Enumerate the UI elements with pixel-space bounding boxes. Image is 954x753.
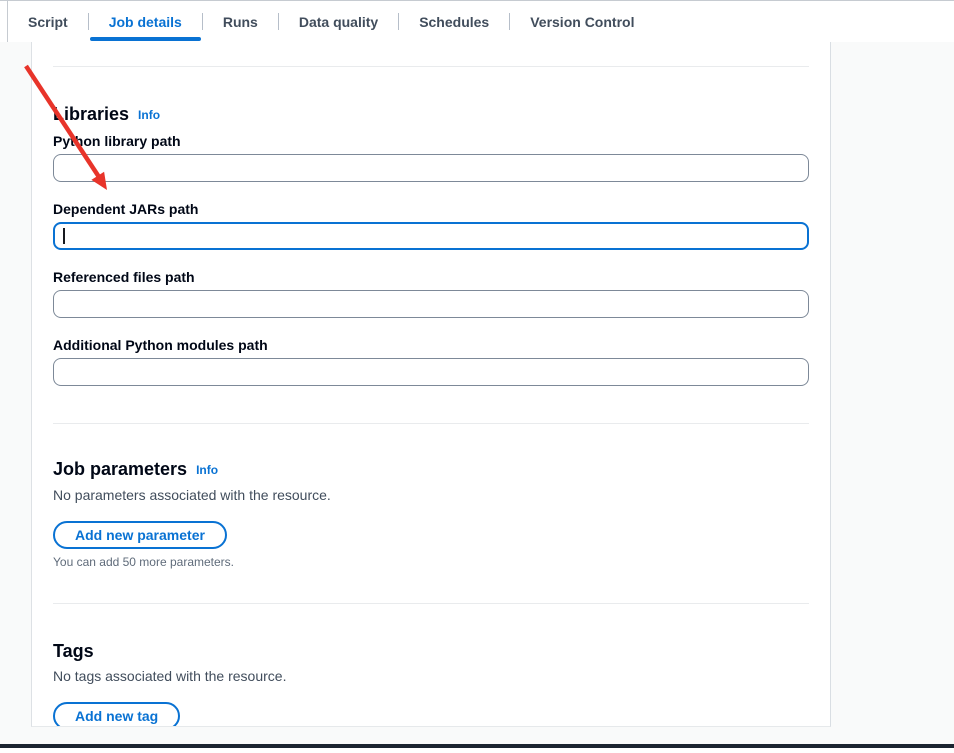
tags-heading-text: Tags: [53, 641, 94, 661]
libraries-heading: Libraries Info: [53, 104, 809, 126]
job-parameters-section: Job parameters Info No parameters associa…: [53, 459, 809, 570]
section-divider: [53, 66, 809, 67]
referenced-files-path-input[interactable]: [53, 290, 809, 318]
tags-heading: Tags: [53, 641, 809, 662]
job-parameters-info-link[interactable]: Info: [196, 463, 218, 477]
job-parameters-heading-text: Job parameters: [53, 459, 187, 479]
tab-runs[interactable]: Runs: [203, 1, 278, 43]
libraries-heading-text: Libraries: [53, 104, 129, 124]
content-background: Libraries Info Python library path Depend…: [0, 42, 954, 744]
python-library-path-inputwrap: [53, 154, 809, 182]
additional-python-modules-path-input[interactable]: [53, 358, 809, 386]
python-library-path-input[interactable]: [53, 154, 809, 182]
tab-version-control[interactable]: Version Control: [510, 1, 654, 43]
job-details-panel: Libraries Info Python library path Depend…: [31, 42, 831, 727]
additional-python-modules-path-inputwrap: [53, 358, 809, 386]
tab-script[interactable]: Script: [8, 1, 88, 43]
libraries-info-link[interactable]: Info: [138, 108, 160, 122]
tab-job-details[interactable]: Job details: [89, 1, 202, 43]
no-tags-text: No tags associated with the resource.: [53, 667, 809, 685]
parameters-limit-hint: You can add 50 more parameters.: [53, 555, 809, 570]
tab-bar: Script Job details Runs Data quality Sch…: [0, 0, 954, 42]
window-bottom-bar: [0, 744, 954, 748]
tab-schedules[interactable]: Schedules: [399, 1, 509, 43]
section-divider: [53, 423, 809, 424]
additional-python-modules-path-label: Additional Python modules path: [53, 337, 809, 354]
referenced-files-path-label: Referenced files path: [53, 269, 809, 286]
libraries-section: Libraries Info Python library path Depend…: [53, 104, 809, 386]
referenced-files-path-inputwrap: [53, 290, 809, 318]
section-divider: [53, 603, 809, 604]
add-new-tag-button[interactable]: Add new tag: [53, 702, 180, 727]
tab-data-quality[interactable]: Data quality: [279, 1, 398, 43]
add-new-parameter-button[interactable]: Add new parameter: [53, 521, 227, 549]
dependent-jars-path-input[interactable]: [53, 222, 809, 250]
dependent-jars-path-inputwrap: [53, 222, 809, 250]
window-left-edge: [7, 0, 8, 42]
job-parameters-heading: Job parameters Info: [53, 459, 809, 481]
python-library-path-label: Python library path: [53, 133, 809, 150]
tags-section: Tags No tags associated with the resourc…: [53, 641, 809, 727]
no-parameters-text: No parameters associated with the resour…: [53, 486, 809, 504]
dependent-jars-path-label: Dependent JARs path: [53, 201, 809, 218]
